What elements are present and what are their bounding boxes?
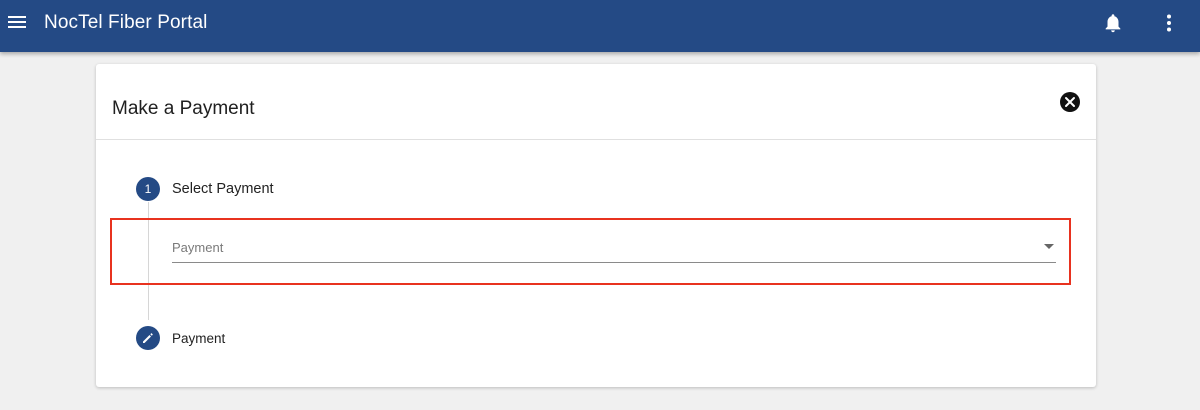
- more-vert-icon[interactable]: [1158, 12, 1180, 34]
- close-circle-icon[interactable]: [1059, 91, 1081, 113]
- bell-icon[interactable]: [1102, 12, 1124, 34]
- step-2-label[interactable]: Payment: [172, 331, 225, 346]
- pencil-icon: [136, 326, 160, 350]
- chevron-down-icon: [1044, 244, 1054, 249]
- step-1-label[interactable]: Select Payment: [172, 181, 274, 197]
- menu-icon[interactable]: [6, 11, 28, 33]
- payment-select-placeholder: Payment: [172, 240, 224, 255]
- app-title: NocTel Fiber Portal: [44, 12, 208, 33]
- app-bar: NocTel Fiber Portal: [0, 0, 1200, 52]
- payment-select[interactable]: Payment: [172, 232, 1056, 263]
- payment-dialog: Make a Payment 1 Select Payment Payment …: [96, 64, 1096, 387]
- header-divider: [96, 139, 1096, 140]
- step-1-marker: 1: [136, 177, 160, 201]
- dialog-title: Make a Payment: [112, 98, 255, 119]
